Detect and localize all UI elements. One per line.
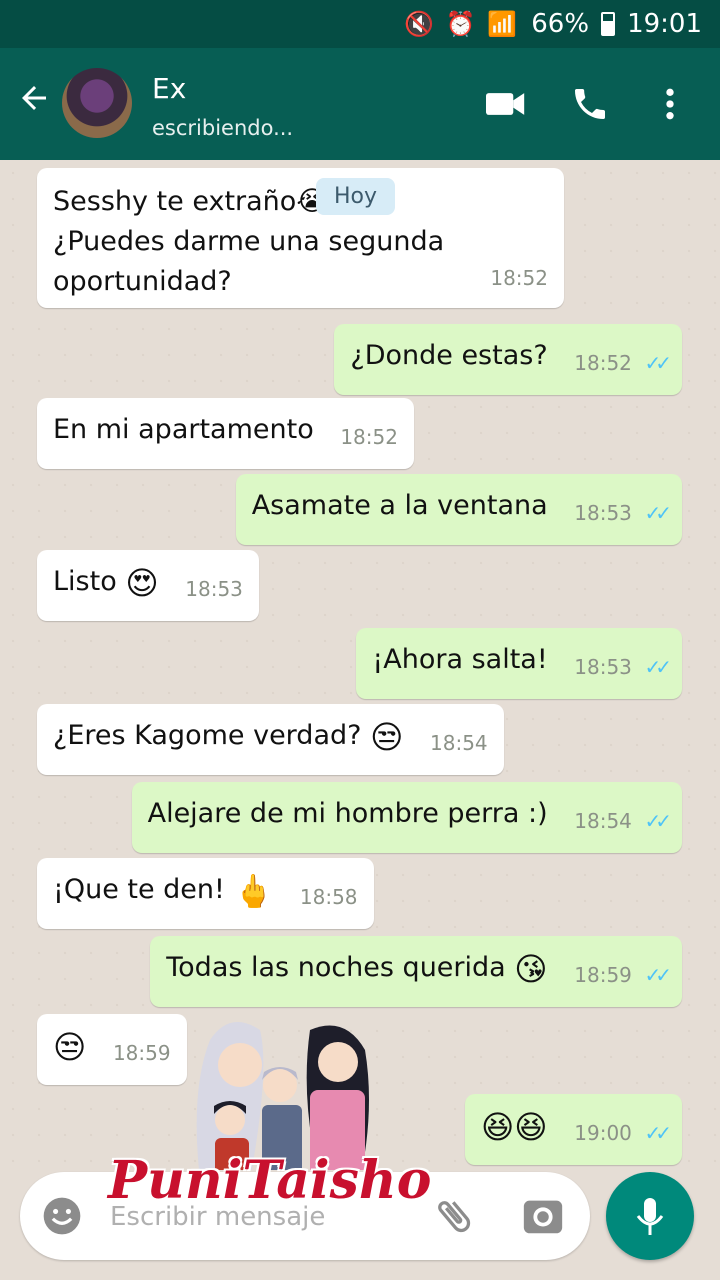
message-outgoing[interactable]: Asamate a la ventana 18:53 ✓✓: [235, 474, 682, 545]
message-incoming[interactable]: 😒 18:59: [37, 1014, 187, 1085]
mic-icon[interactable]: [606, 1172, 694, 1260]
attach-icon[interactable]: [432, 1194, 476, 1238]
watermark: PuniTaisho: [108, 1150, 432, 1211]
message-text: ¿Eres Kagome verdad?: [53, 720, 362, 751]
message-text: ¿Donde estas?: [350, 340, 548, 371]
message-text: En mi apartamento: [53, 414, 314, 445]
message-outgoing[interactable]: Todas las noches querida 😘 18:59 ✓✓: [150, 936, 682, 1007]
read-ticks-icon: ✓✓: [644, 351, 671, 375]
message-outgoing[interactable]: Alejare de mi hombre perra :) 18:54 ✓✓: [131, 782, 682, 853]
battery-level: 66%: [531, 9, 590, 39]
message-time: 18:59: [574, 963, 632, 987]
message-time: 18:54: [574, 809, 632, 833]
read-ticks-icon: ✓✓: [644, 809, 671, 833]
message-time: 18:52: [340, 425, 398, 449]
message-text: Listo: [53, 566, 117, 597]
message-time: 18:53: [574, 501, 632, 525]
message-outgoing[interactable]: ¿Donde estas? 18:52 ✓✓: [334, 324, 682, 395]
message-incoming[interactable]: En mi apartamento 18:52: [37, 398, 414, 469]
status-icons: 🔇 ⏰ 📶: [404, 10, 520, 38]
message-text: oportunidad?: [53, 266, 232, 297]
kiss-emoji: 😘: [514, 950, 548, 988]
read-ticks-icon: ✓✓: [644, 501, 671, 525]
message-text: ¿Puedes darme una segunda: [53, 226, 445, 257]
read-ticks-icon: ✓✓: [644, 1121, 671, 1145]
message-incoming[interactable]: ¿Eres Kagome verdad? 😒 18:54: [37, 704, 504, 775]
message-time: 18:53: [574, 655, 632, 679]
emoji-icon[interactable]: [40, 1194, 84, 1238]
camera-icon[interactable]: [520, 1194, 566, 1238]
heart-eyes-emoji: 😍: [125, 564, 159, 602]
laughing-emoji: 😆😆: [480, 1108, 548, 1146]
anime-family-illustration: [196, 1022, 369, 1170]
message-time: 18:58: [299, 885, 358, 909]
phone-icon[interactable]: [570, 84, 614, 124]
unamused-emoji: 😒: [370, 718, 404, 756]
message-time: 18:52: [490, 266, 548, 290]
clock: 19:01: [627, 9, 702, 39]
chat-header: Ex escribiendo...: [0, 48, 720, 160]
back-arrow-icon[interactable]: [16, 80, 52, 123]
contact-status: escribiendo...: [152, 116, 294, 140]
battery-icon: [601, 12, 616, 36]
date-chip: Hoy: [316, 178, 396, 215]
message-time: 18:59: [112, 1041, 171, 1065]
message-text: Asamate a la ventana: [251, 490, 548, 521]
message-time: 18:52: [574, 351, 632, 375]
video-call-icon[interactable]: [484, 84, 528, 124]
message-time: 18:54: [430, 731, 488, 755]
message-incoming[interactable]: ¡Que te den! 🖕 18:58: [37, 858, 374, 929]
more-vert-icon[interactable]: [650, 84, 690, 124]
message-text: Todas las noches querida: [166, 952, 506, 983]
middle-finger-emoji: 🖕: [233, 872, 274, 910]
message-text: Alejare de mi hombre perra :): [147, 798, 548, 829]
message-time: 18:53: [185, 577, 243, 601]
message-incoming[interactable]: Sesshy te extraño😭😭 ¿Puedes darme una se…: [37, 168, 564, 308]
contact-name[interactable]: Ex: [152, 72, 186, 105]
message-incoming[interactable]: Listo 😍 18:53: [37, 550, 259, 621]
message-text: ¡Que te den!: [53, 874, 225, 905]
read-ticks-icon: ✓✓: [644, 963, 671, 987]
message-outgoing[interactable]: ¡Ahora salta! 18:53 ✓✓: [356, 628, 682, 699]
message-time: 19:00: [574, 1121, 632, 1145]
message-outgoing[interactable]: 😆😆 19:00 ✓✓: [464, 1094, 682, 1165]
status-bar: 🔇 ⏰ 📶 66% 19:01: [0, 0, 720, 48]
chat-area[interactable]: Sesshy te extraño😭😭 ¿Puedes darme una se…: [0, 160, 720, 1170]
contact-avatar[interactable]: [62, 68, 132, 138]
unamused-emoji: 😒: [53, 1028, 87, 1066]
read-ticks-icon: ✓✓: [644, 655, 671, 679]
message-text: ¡Ahora salta!: [372, 644, 548, 675]
message-text: Sesshy te extraño😭😭: [53, 186, 360, 217]
